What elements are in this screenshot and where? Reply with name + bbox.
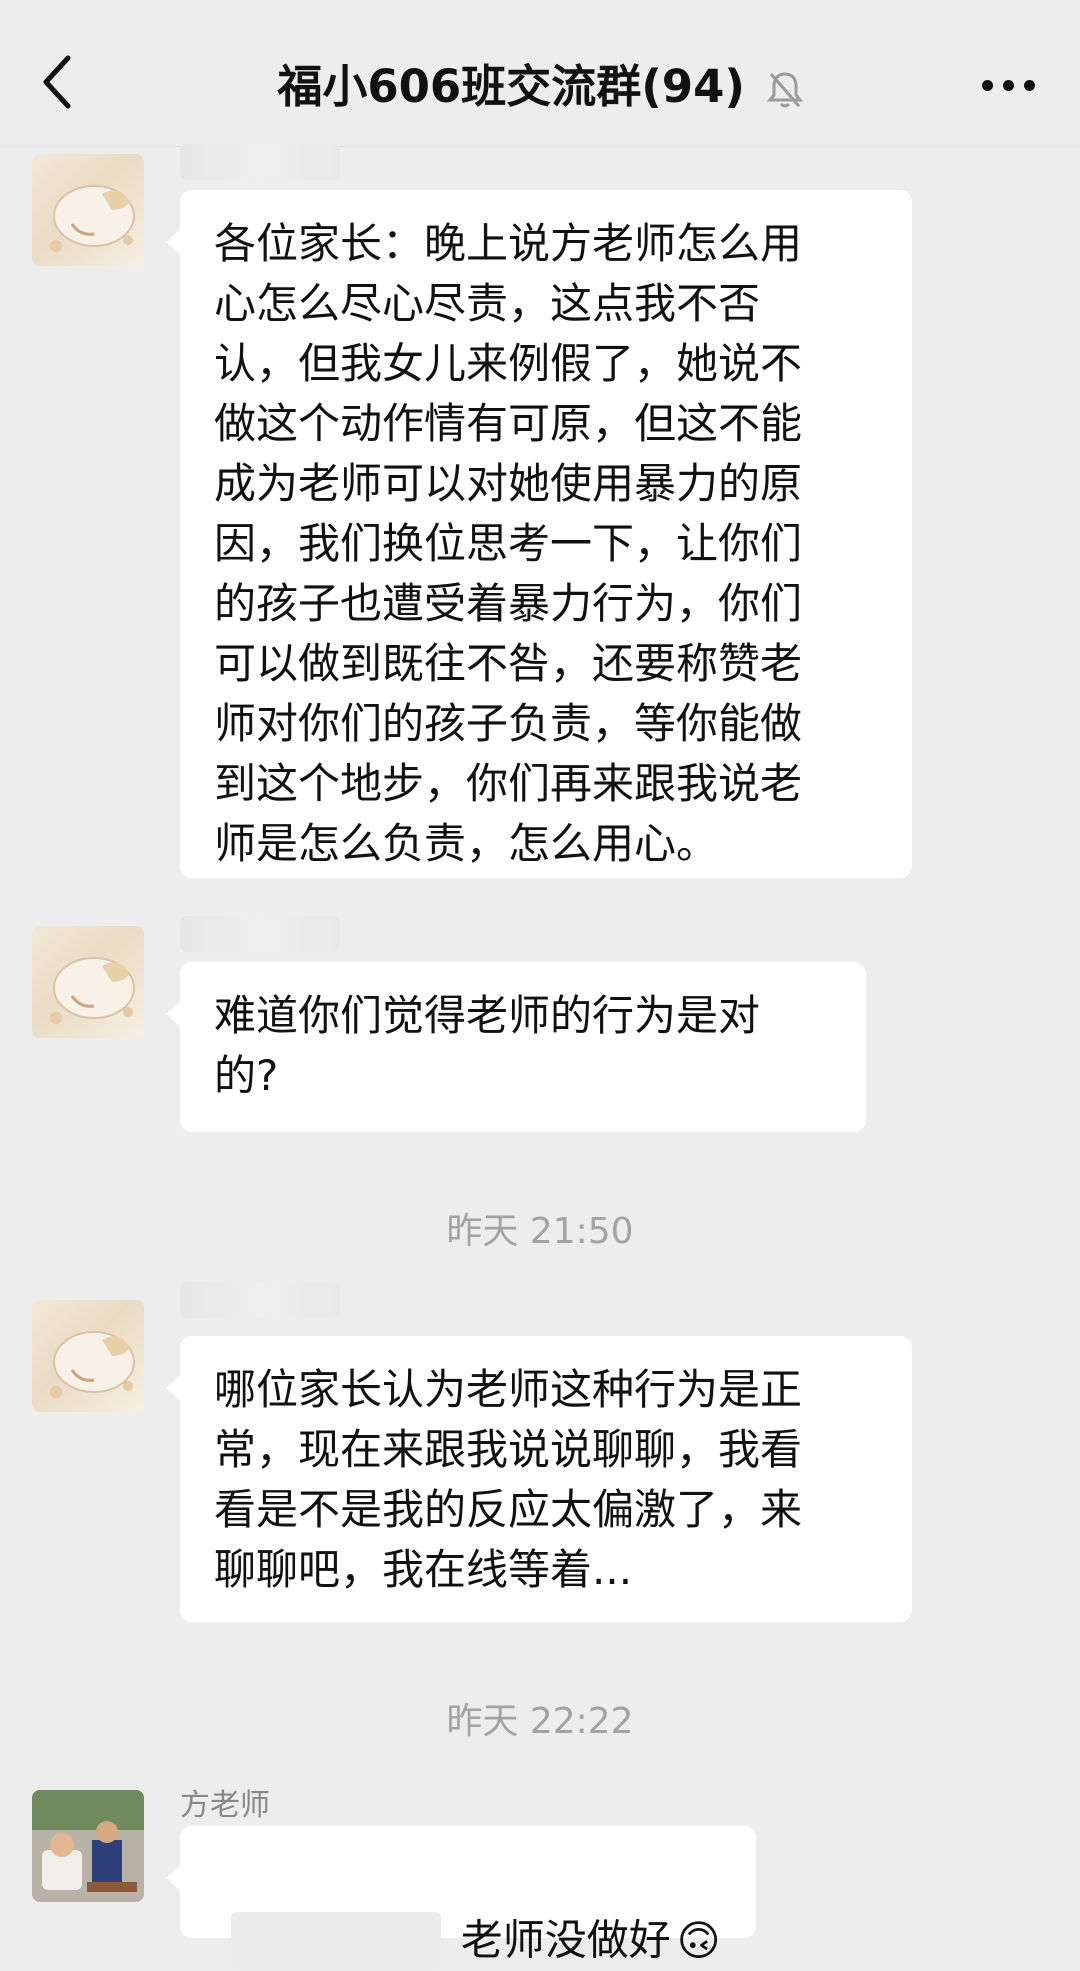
cat-avatar-image [50,1331,135,1398]
message-bubble[interactable]: 哪位家长认为老师这种行为是正 常，现在来跟我说说聊聊，我看 看是不是我的反应太偏… [166,1336,912,1622]
dot [1003,80,1014,91]
avatar-cat[interactable] [32,926,144,1038]
message-bubble[interactable]: 各位家长：晚上说方老师怎么用 心怎么尽心尽责，这点我不否 认，但我女儿来例假了，… [166,190,912,878]
cat-avatar-image [50,957,135,1024]
sender-name-redacted [180,916,340,952]
sender-name-redacted [180,1282,340,1318]
avatar-photo[interactable] [32,1790,144,1902]
dot [1024,80,1035,91]
bell-off-icon [766,72,803,108]
timestamp: 昨天 22:22 [446,1701,634,1742]
redacted-area [230,1911,441,1970]
photo-avatar-image [32,1790,144,1902]
more-options-button[interactable] [982,80,1036,92]
sender-name-redacted [180,144,340,180]
avatar-cat[interactable] [32,1300,144,1412]
upside-down-face-emoji-icon: 🙃 [676,1915,721,1965]
avatar-cat[interactable] [32,154,144,266]
chat-header: 福小606班交流群(94) [0,0,1080,147]
message-bubble[interactable]: 难道你们觉得老师的行为是对 的? [166,962,866,1132]
cat-avatar-image [50,185,135,252]
sender-name: 方老师 [180,1788,270,1823]
group-name: 福小606班交流群(94) [277,60,746,113]
message-text: 老师没做好 [460,1915,671,1965]
message-bubble[interactable]: 老师没做好 🙃 [166,1826,756,1970]
dot [982,80,993,91]
chat-title: 福小606班交流群(94) [0,50,1080,115]
timestamp: 昨天 21:50 [446,1211,634,1252]
